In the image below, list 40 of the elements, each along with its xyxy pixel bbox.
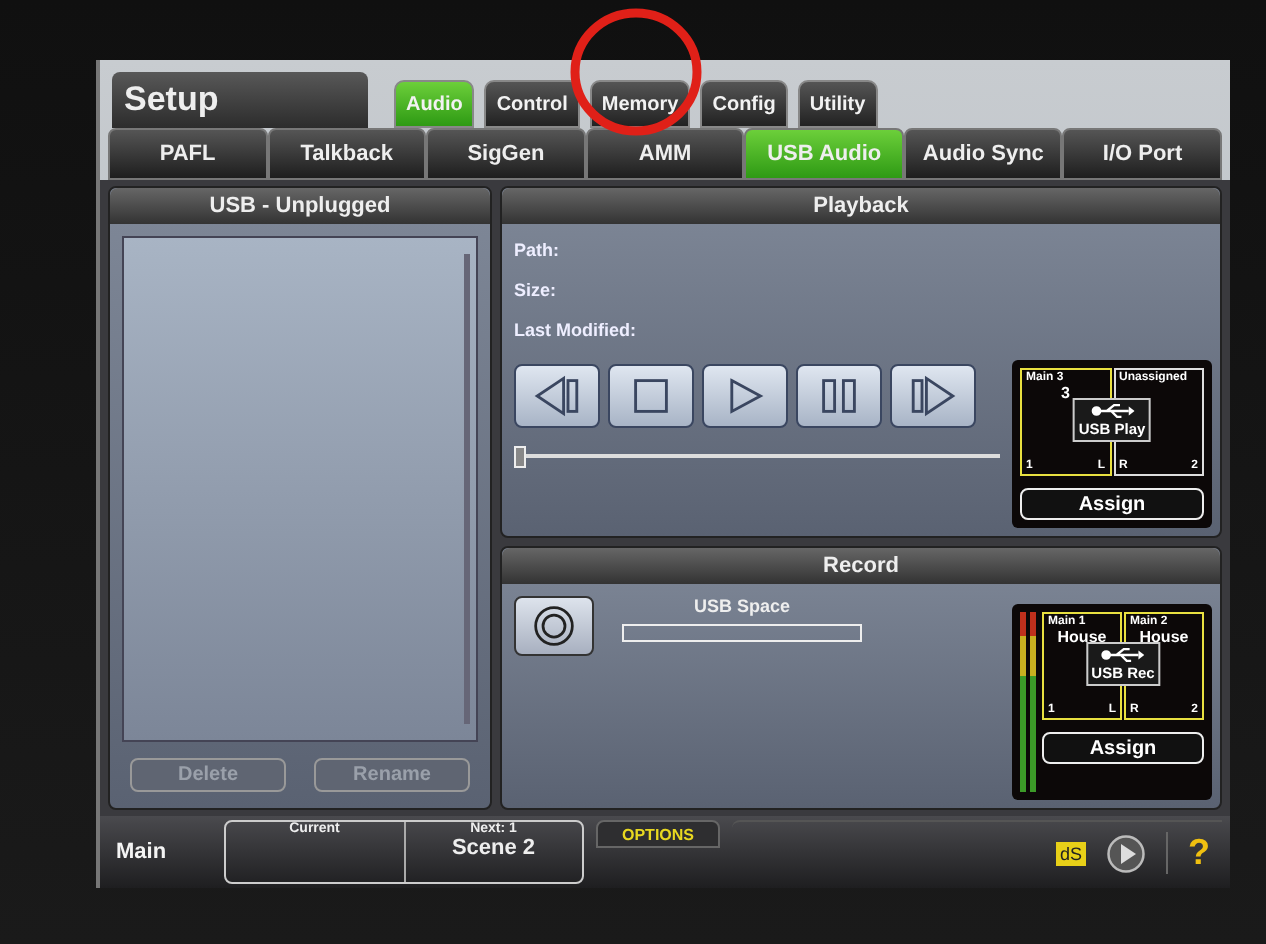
panel-header: Record xyxy=(502,548,1220,584)
options-tab[interactable]: OPTIONS xyxy=(596,820,721,848)
transport-button[interactable] xyxy=(890,364,976,428)
slot-name: House xyxy=(1055,628,1109,646)
highlight-circle xyxy=(570,8,702,136)
slider-thumb[interactable] xyxy=(514,446,526,468)
panel-header: USB - Unplugged xyxy=(110,188,490,224)
transport-button[interactable] xyxy=(608,364,694,428)
assign-button[interactable]: Assign xyxy=(1020,488,1204,520)
page-title: Setup xyxy=(112,72,368,128)
transport-button[interactable] xyxy=(514,364,600,428)
tab[interactable]: Control xyxy=(484,80,580,128)
info-label: Size: xyxy=(514,280,559,304)
sub-tab[interactable]: Talkback xyxy=(267,128,427,180)
usb-space-label: USB Space xyxy=(693,596,791,616)
sub-tab[interactable]: PAFL xyxy=(108,128,268,180)
tab[interactable]: Utility xyxy=(797,80,878,128)
info-label: Last Modified: xyxy=(514,320,638,344)
file-list[interactable] xyxy=(122,236,478,742)
panel-header: Playback xyxy=(502,188,1220,224)
transport-button[interactable] xyxy=(796,364,882,428)
assign-button[interactable]: Assign xyxy=(1042,732,1204,764)
scrollbar[interactable] xyxy=(464,254,470,724)
footer-label: Main xyxy=(116,840,169,864)
sub-tab[interactable]: SigGen xyxy=(426,128,586,180)
transport-button[interactable] xyxy=(702,364,788,428)
usb-icon xyxy=(1090,401,1134,420)
slot-name: House xyxy=(1137,628,1191,646)
tab[interactable]: Config xyxy=(700,80,788,128)
record-button[interactable] xyxy=(514,596,594,656)
info-label: Path: xyxy=(514,240,561,264)
scene-name: Scene 2 xyxy=(451,836,536,860)
sub-tab[interactable]: Audio Sync xyxy=(903,128,1063,180)
ds-badge: dS xyxy=(1055,841,1086,865)
slot-name: 3 xyxy=(1059,384,1072,402)
sub-tab[interactable]: AMM xyxy=(585,128,745,180)
play-icon[interactable] xyxy=(1106,833,1146,873)
usb-icon xyxy=(1101,645,1145,664)
help-button[interactable]: ? xyxy=(1166,832,1222,874)
sub-tab[interactable]: I/O Port xyxy=(1062,128,1223,180)
